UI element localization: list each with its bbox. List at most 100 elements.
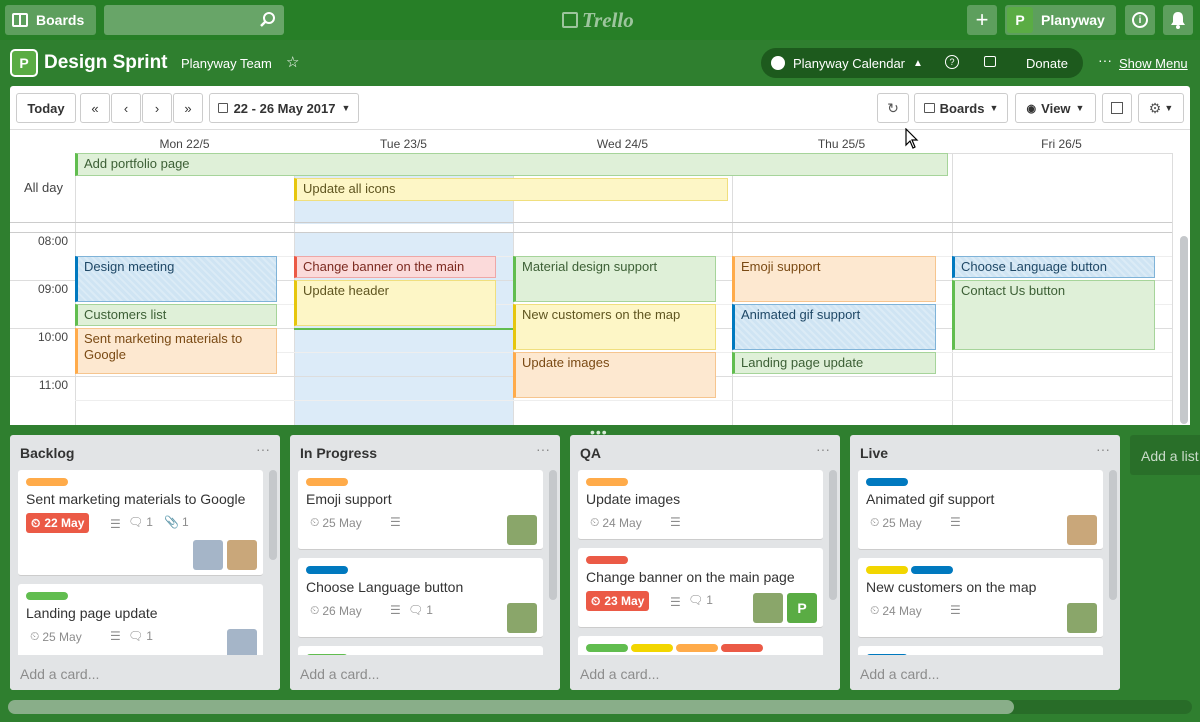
planyway-calendar-button[interactable]: Planyway Calendar ▲ [761, 48, 932, 78]
calendar-event[interactable]: Sent marketing materials to Google [75, 328, 277, 374]
calendar-event[interactable]: Emoji support [732, 256, 936, 302]
boards-button[interactable]: Boards [5, 5, 96, 35]
list-backlog: Backlog ··· Sent marketing materials to … [10, 435, 280, 690]
calendar-panel: Today « ‹ › » 22 - 26 May 2017 ▼ ↻ Board… [10, 86, 1190, 425]
settings-button[interactable]: ⚙ ▼ [1138, 93, 1184, 123]
calendar-event[interactable]: Design meeting [75, 256, 277, 302]
team-name[interactable]: Planyway Team [181, 56, 272, 71]
show-menu-link[interactable]: Show Menu [1119, 56, 1188, 71]
date-badge: ⏲ 24 May [590, 515, 642, 530]
add-card-link[interactable]: Add a card... [300, 666, 379, 682]
board-title[interactable]: Design Sprint [44, 52, 168, 74]
calendar-event[interactable]: Landing page update [732, 352, 936, 374]
calendar-event[interactable]: Contact Us button [952, 280, 1155, 350]
refresh-button[interactable]: ↻ [877, 93, 909, 123]
calendar-event[interactable]: Update images [513, 352, 716, 398]
comment-icon: 🗨 [128, 629, 144, 643]
calendar-event[interactable]: Material design support [513, 256, 716, 302]
card-title: New customers on the map [866, 579, 1037, 595]
layout-button[interactable] [1102, 93, 1132, 123]
list-title[interactable]: In Progress [300, 445, 377, 461]
info-button[interactable]: i [1125, 5, 1155, 35]
top-bar: Boards Trello + P Planyway i [0, 0, 1200, 40]
help-icon[interactable]: ? [945, 55, 959, 69]
avatar[interactable] [1067, 603, 1097, 633]
star-icon[interactable]: ☆ [286, 53, 299, 71]
date-range-picker[interactable]: 22 - 26 May 2017 ▼ [209, 93, 359, 123]
calendar-event[interactable]: Update header [294, 280, 496, 326]
list-scrollbar[interactable] [549, 470, 557, 600]
gear-icon: ⚙ [1148, 99, 1162, 116]
card[interactable]: Change banner on the main page ⏲ 23 May … [578, 548, 823, 628]
add-card-link[interactable]: Add a card... [580, 666, 659, 682]
allday-event[interactable]: Add portfolio page [75, 153, 948, 176]
add-card-link[interactable]: Add a card... [860, 666, 939, 682]
eye-icon: ◉ [1026, 102, 1037, 115]
date-text: 25 May [42, 629, 82, 644]
card[interactable]: Update images ⏲ 24 May ☰ [578, 470, 823, 540]
comment-icon: 🗨 [688, 593, 704, 607]
list-scrollbar[interactable] [829, 470, 837, 600]
calendar-event[interactable]: Choose Language button [952, 256, 1155, 278]
add-card-link[interactable]: Add a card... [20, 666, 99, 682]
user-menu-button[interactable]: P Planyway [1005, 5, 1116, 35]
calendar-event[interactable]: Animated gif support [732, 304, 936, 350]
donate-button[interactable]: Donate [1026, 56, 1068, 71]
calendar-event[interactable]: Customers list [75, 304, 277, 326]
list-menu-icon[interactable]: ··· [256, 441, 270, 457]
add-list-button[interactable]: Add a list [1130, 435, 1200, 475]
list-scrollbar[interactable] [269, 470, 277, 560]
card-title: Landing page update [26, 605, 158, 621]
avatar[interactable] [227, 540, 257, 570]
first-page-button[interactable]: « [80, 93, 110, 123]
add-button[interactable]: + [967, 5, 997, 35]
planyway-logo-icon[interactable]: P [10, 49, 38, 77]
list-title[interactable]: Live [860, 445, 888, 461]
list-title[interactable]: Backlog [20, 445, 74, 461]
more-icon: ··· [1098, 52, 1112, 68]
next-week-button[interactable]: › [142, 93, 172, 123]
view-button[interactable]: ◉ View ▼ [1015, 93, 1096, 123]
list-menu-icon[interactable]: ··· [816, 441, 830, 457]
grid-hline [10, 232, 1172, 233]
list-title[interactable]: QA [580, 445, 601, 461]
card-label-green [586, 644, 628, 652]
avatar[interactable] [193, 540, 223, 570]
card-title: Choose Language button [306, 579, 464, 595]
card[interactable]: Choose Language button ⏲ 26 May ☰ 🗨 1 [298, 558, 543, 638]
list-menu-icon[interactable]: ··· [1096, 441, 1110, 457]
time-label-0900: 09:00 [37, 282, 68, 296]
avatar[interactable] [753, 593, 783, 623]
card-label-red [586, 556, 628, 564]
card[interactable]: Landing page update ⏲ 25 May ☰ 🗨 1 [18, 584, 263, 664]
day-header-fri: Fri 26/5 [1041, 137, 1082, 151]
prev-week-button[interactable]: ‹ [111, 93, 141, 123]
avatar[interactable] [507, 515, 537, 545]
calendar-event[interactable]: Change banner on the main [294, 256, 496, 278]
feedback-icon[interactable] [984, 56, 996, 67]
card[interactable]: Animated gif support ⏲ 25 May ☰ [858, 470, 1103, 550]
clock-icon: ⏲ [310, 603, 320, 617]
list-menu-icon[interactable]: ··· [536, 441, 550, 457]
comment-badge: 🗨 1 [128, 629, 153, 643]
allday-event[interactable]: Update all icons [294, 178, 728, 201]
calendar-scrollbar[interactable] [1180, 236, 1188, 424]
boards-filter-button[interactable]: Boards ▼ [914, 93, 1008, 123]
date-badge: ⏲ 25 May [310, 515, 362, 530]
card[interactable]: Emoji support ⏲ 25 May ☰ [298, 470, 543, 550]
notifications-button[interactable] [1163, 5, 1193, 35]
calendar-event[interactable]: New customers on the map [513, 304, 716, 350]
card[interactable]: Sent marketing materials to Google ⏲ 22 … [18, 470, 263, 576]
planyway-avatar[interactable]: P [787, 593, 817, 623]
today-button[interactable]: Today [16, 93, 76, 123]
list-scrollbar[interactable] [1109, 470, 1117, 600]
search-icon [260, 12, 275, 27]
search-input[interactable] [104, 5, 284, 35]
avatar[interactable] [507, 603, 537, 633]
board-scrollbar-thumb[interactable] [8, 700, 1014, 714]
avatar[interactable] [1067, 515, 1097, 545]
bell-icon [1171, 12, 1185, 29]
trello-logo[interactable]: Trello [562, 7, 634, 33]
last-page-button[interactable]: » [173, 93, 203, 123]
card[interactable]: New customers on the map ⏲ 24 May ☰ [858, 558, 1103, 638]
